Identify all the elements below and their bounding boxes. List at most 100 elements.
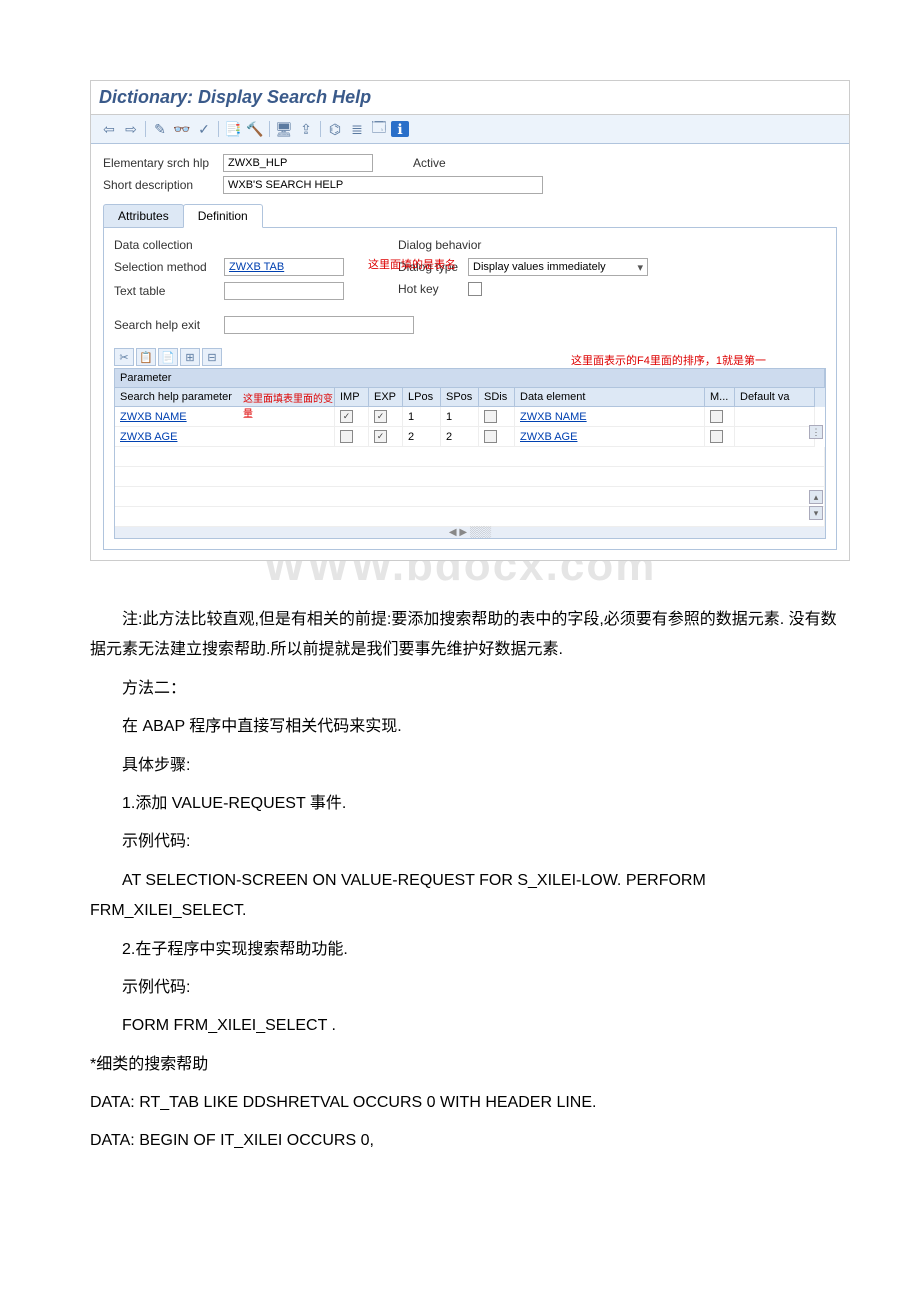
separator	[145, 121, 146, 137]
cell-sdis[interactable]	[479, 407, 515, 427]
paragraph: 注:此方法比较直观,但是有相关的前提:要添加搜索帮助的表中的字段,必须要有参照的…	[90, 605, 850, 666]
hierarchy-icon[interactable]: ⌬	[325, 119, 345, 139]
wand-icon[interactable]: 🔨	[245, 119, 265, 139]
col-de: Data element	[515, 388, 705, 407]
copy-icon[interactable]: 📋	[136, 348, 156, 366]
param-section-label: Parameter	[115, 369, 825, 388]
cell-default[interactable]	[735, 407, 815, 427]
srch-hlp-label: Elementary srch hlp	[103, 156, 223, 170]
edit-icon[interactable]: ✎	[150, 119, 170, 139]
activate-icon[interactable]: ✓	[194, 119, 214, 139]
paragraph: 2.在子程序中实现搜索帮助功能.	[90, 935, 850, 965]
tab-definition[interactable]: Definition	[183, 204, 263, 228]
separator	[320, 121, 321, 137]
glasses-icon[interactable]: 👓	[172, 119, 192, 139]
short-desc-input[interactable]	[223, 176, 543, 194]
search-exit-input[interactable]	[224, 316, 414, 334]
sel-method-input[interactable]: ZWXB TAB	[224, 258, 344, 276]
short-desc-label: Short description	[103, 178, 223, 192]
paragraph: DATA: BEGIN OF IT_XILEI OCCURS 0,	[90, 1126, 850, 1156]
text-table-input[interactable]	[224, 282, 344, 300]
doc-icon[interactable]: 🗔	[369, 119, 389, 139]
tabstrip: Attributes Definition	[103, 204, 837, 228]
cell-imp[interactable]	[335, 427, 369, 447]
separator	[218, 121, 219, 137]
paragraph: DATA: RT_TAB LIKE DDSHRETVAL OCCURS 0 WI…	[90, 1088, 850, 1118]
status-text: Active	[413, 156, 446, 170]
scrollbar-row: ◀ ▶ ░░░	[115, 527, 825, 538]
hotkey-label: Hot key	[398, 282, 468, 296]
col-imp: IMP	[335, 388, 369, 407]
cell-spos[interactable]: 1	[441, 407, 479, 427]
col-lpos: LPos	[403, 388, 441, 407]
scroll-down-icon[interactable]: ▾	[809, 506, 823, 520]
cell-lpos[interactable]: 1	[403, 407, 441, 427]
text-table-label: Text table	[114, 284, 224, 298]
paste-icon[interactable]: 📄	[158, 348, 178, 366]
cell-m[interactable]	[705, 427, 735, 447]
col-default: Default va	[735, 388, 815, 407]
delete-icon[interactable]: ⊟	[202, 348, 222, 366]
dialog-beh-label: Dialog behavior	[398, 238, 508, 252]
paragraph: 方法二：	[90, 674, 850, 704]
info-icon[interactable]: ℹ	[391, 121, 409, 137]
col-param: Search help parameter这里面填表里面的变量	[115, 388, 335, 407]
paragraph: FORM FRM_XILEI_SELECT .	[90, 1011, 850, 1041]
table-row	[115, 467, 825, 487]
search-exit-label: Search help exit	[114, 318, 224, 332]
paragraph: AT SELECTION-SCREEN ON VALUE-REQUEST FOR…	[90, 866, 850, 927]
annotation-sort: 这里面表示的F4里面的排序，1就是第一	[571, 352, 766, 368]
annotation-table: 这里面填的是表名	[368, 256, 456, 272]
table-row	[115, 447, 825, 467]
tab-attributes[interactable]: Attributes	[103, 204, 184, 228]
app-toolbar: ⇦ ⇨ ✎ 👓 ✓ 📑 🔨 🖥 ⇪ ⌬ ≣ 🗔 ℹ	[91, 115, 849, 144]
where-icon[interactable]: 🖥	[274, 119, 294, 139]
dialog-type-dropdown[interactable]: Display values immediately	[468, 258, 648, 276]
tab-content: Data collection Selection method ZWXB TA…	[103, 227, 837, 550]
col-exp: EXP	[369, 388, 403, 407]
hotkey-checkbox[interactable]	[468, 282, 482, 296]
parameter-grid: Parameter Search help parameter这里面填表里面的变…	[114, 368, 826, 539]
srch-hlp-input[interactable]	[223, 154, 373, 172]
cell-sdis[interactable]	[479, 427, 515, 447]
back-icon[interactable]: ⇦	[99, 119, 119, 139]
cell-default[interactable]	[735, 427, 815, 447]
table-row[interactable]: ZWXB NAME ✓ ✓ 1 1 ZWXB NAME	[115, 407, 825, 427]
paragraph: 1.添加 VALUE-REQUEST 事件.	[90, 789, 850, 819]
scroll-up-icon[interactable]: ▴	[809, 490, 823, 504]
table-row	[115, 507, 825, 527]
cell-de[interactable]: ZWXB AGE	[515, 427, 705, 447]
window-title: Dictionary: Display Search Help	[91, 81, 849, 115]
paragraph: *细类的搜索帮助	[90, 1050, 850, 1080]
insert-icon[interactable]: ⊞	[180, 348, 200, 366]
col-sdis: SDis	[479, 388, 515, 407]
separator	[269, 121, 270, 137]
cell-lpos[interactable]: 2	[403, 427, 441, 447]
paragraph: 示例代码:	[90, 827, 850, 857]
cell-imp[interactable]: ✓	[335, 407, 369, 427]
list-icon[interactable]: ≣	[347, 119, 367, 139]
cell-de[interactable]: ZWXB NAME	[515, 407, 705, 427]
cell-exp[interactable]: ✓	[369, 407, 403, 427]
col-spos: SPos	[441, 388, 479, 407]
cell-param[interactable]: ZWXB AGE	[115, 427, 335, 447]
forward-icon[interactable]: ⇨	[121, 119, 141, 139]
cell-spos[interactable]: 2	[441, 427, 479, 447]
table-row[interactable]: ZWXB AGE ✓ 2 2 ZWXB AGE	[115, 427, 825, 447]
tool-icon[interactable]: ⇪	[296, 119, 316, 139]
paragraph: 在 ABAP 程序中直接写相关代码来实现.	[90, 712, 850, 742]
cell-exp[interactable]: ✓	[369, 427, 403, 447]
article-body: 注:此方法比较直观,但是有相关的前提:要添加搜索帮助的表中的字段,必须要有参照的…	[0, 591, 920, 1157]
header-form: Elementary srch hlp Active Short descrip…	[91, 144, 849, 560]
data-coll-label: Data collection	[114, 238, 224, 252]
annotation-var: 这里面填表里面的变量	[243, 390, 334, 420]
col-m: M...	[705, 388, 735, 407]
tree-icon[interactable]: 📑	[223, 119, 243, 139]
sel-method-label: Selection method	[114, 260, 224, 274]
paragraph: 示例代码:	[90, 973, 850, 1003]
scroll-indicator-icon[interactable]: ⋮	[809, 425, 823, 439]
paragraph: 具体步骤:	[90, 751, 850, 781]
cut-icon[interactable]: ✂	[114, 348, 134, 366]
sap-window: Dictionary: Display Search Help ⇦ ⇨ ✎ 👓 …	[90, 80, 850, 561]
cell-m[interactable]	[705, 407, 735, 427]
